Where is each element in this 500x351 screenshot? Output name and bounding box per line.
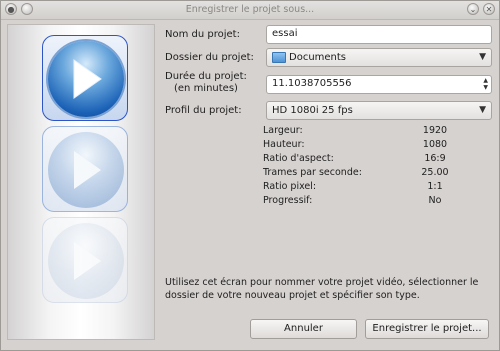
property-key: Ratio d'aspect: (263, 153, 334, 164)
close-icon[interactable]: ✕ (483, 3, 495, 15)
play-button-illustration-faint (42, 217, 128, 303)
project-folder-value: Documents (289, 52, 347, 63)
property-key: Ratio pixel: (263, 181, 317, 192)
help-description: Utilisez cet écran pour nommer votre pro… (165, 277, 479, 301)
property-key: Progressif: (263, 195, 313, 206)
play-icon (74, 242, 101, 280)
project-profile-select[interactable]: HD 1080i 25 fps ▼ (266, 101, 492, 120)
property-row: Ratio d'aspect: 16:9 (263, 153, 463, 166)
project-folder-label: Dossier du projet: (165, 52, 254, 63)
property-row: Ratio pixel: 1:1 (263, 181, 463, 194)
window-title: Enregistrer le projet sous... (185, 4, 315, 15)
property-value: 16:9 (424, 153, 446, 164)
project-folder-select[interactable]: Documents ▼ (266, 48, 492, 67)
play-button-illustration (42, 35, 128, 121)
spinner-arrows-icon[interactable]: ▲ ▼ (483, 77, 488, 91)
minimize-icon[interactable]: ⌄ (467, 3, 479, 15)
property-key: Trames par seconde: (263, 167, 362, 178)
property-value: 1:1 (427, 181, 443, 192)
project-name-label: Nom du projet: (165, 29, 240, 40)
chevron-down-icon: ▼ (479, 52, 486, 62)
property-value: 1080 (422, 139, 448, 150)
project-duration-input[interactable]: 11.1038705556 ▲ ▼ (266, 75, 492, 94)
property-row: Trames par seconde: 25.00 (263, 167, 463, 180)
save-project-button[interactable]: Enregistrer le projet... (365, 319, 489, 339)
play-icon (74, 151, 101, 189)
project-profile-value: HD 1080i 25 fps (272, 105, 353, 116)
project-duration-label: Durée du projet: (165, 71, 247, 82)
folder-icon (272, 52, 286, 63)
project-duration-unit-label: (en minutes) (174, 83, 238, 94)
play-icon (73, 59, 102, 99)
property-row: Hauteur: 1080 (263, 139, 463, 152)
project-profile-label: Profil du projet: (165, 105, 242, 116)
property-value: 25.00 (421, 167, 449, 178)
property-row: Largeur: 1920 (263, 125, 463, 138)
property-key: Largeur: (263, 125, 303, 136)
property-key: Hauteur: (263, 139, 305, 150)
cancel-button[interactable]: Annuler (250, 319, 357, 339)
property-value: No (428, 195, 442, 206)
play-button-illustration-faded (42, 126, 128, 212)
chevron-down-icon: ▼ (479, 105, 486, 115)
property-value: 1920 (422, 125, 448, 136)
property-row: Progressif: No (263, 195, 463, 208)
title-bar[interactable]: ● Enregistrer le projet sous... ⌄ ✕ (1, 1, 499, 20)
project-duration-value: 11.1038705556 (272, 78, 352, 89)
save-project-dialog: ● Enregistrer le projet sous... ⌄ ✕ Nom … (0, 0, 500, 351)
side-illustration (7, 24, 155, 340)
project-name-input[interactable]: essai (266, 25, 492, 44)
